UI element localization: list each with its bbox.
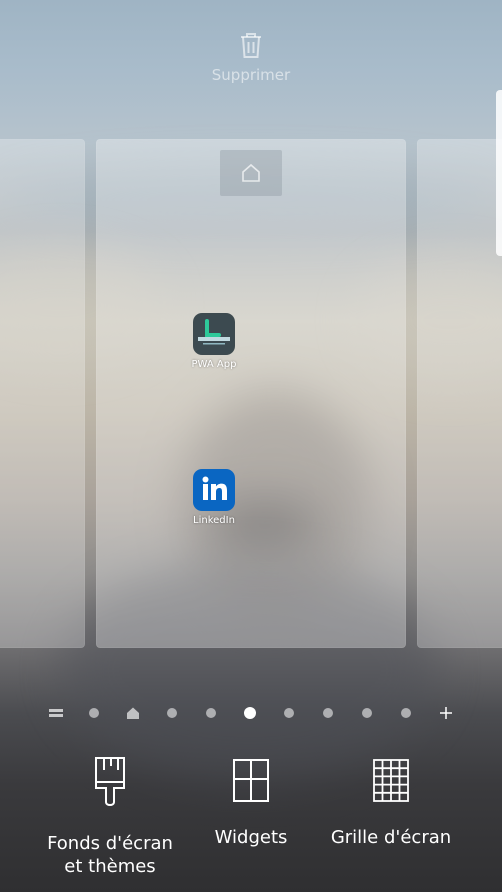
wallpapers-themes-button[interactable]: Fonds d'écran et thèmes xyxy=(30,756,190,878)
wallpapers-themes-label: Fonds d'écran et thèmes xyxy=(47,833,173,877)
page-dot[interactable] xyxy=(278,702,300,724)
home-page-preview-current[interactable]: PWA App LinkedIn xyxy=(96,139,406,648)
paintbrush-icon xyxy=(95,757,125,806)
set-default-home-button[interactable] xyxy=(220,150,282,196)
home-screen-edit-mode: Supprimer PWA App LinkedIn Fonds d'écran… xyxy=(0,0,502,892)
app-label: PWA App xyxy=(191,359,237,370)
widgets-label: Widgets xyxy=(214,827,288,848)
home-icon[interactable] xyxy=(122,702,144,724)
page-dot[interactable] xyxy=(317,702,339,724)
delete-label: Supprimer xyxy=(211,66,291,84)
app-shortcut-linkedin[interactable]: LinkedIn xyxy=(174,469,254,526)
linkedin-icon xyxy=(193,469,235,511)
page-dot-active[interactable] xyxy=(239,702,261,724)
page-indicator xyxy=(0,702,502,724)
page-dot[interactable] xyxy=(395,702,417,724)
edit-mode-menu: Fonds d'écran et thèmes Widgets Grille d… xyxy=(0,756,502,892)
trash-icon xyxy=(241,33,261,58)
home-icon xyxy=(242,163,260,182)
widgets-icon xyxy=(233,759,269,802)
page-dot[interactable] xyxy=(356,702,378,724)
screen-grid-button[interactable]: Grille d'écran xyxy=(311,756,471,849)
home-page-preview-previous[interactable] xyxy=(0,139,85,648)
page-dot[interactable] xyxy=(161,702,183,724)
delete-drop-zone[interactable]: Supprimer xyxy=(0,30,502,84)
pwa-app-icon xyxy=(193,313,235,355)
screen-grid-label: Grille d'écran xyxy=(330,827,452,848)
plus-icon[interactable] xyxy=(435,702,457,724)
menu-lines-icon[interactable] xyxy=(45,702,67,724)
grid-icon xyxy=(373,759,409,802)
app-label: LinkedIn xyxy=(193,515,235,526)
app-shortcut-pwa[interactable]: PWA App xyxy=(174,313,254,370)
home-page-preview-next[interactable] xyxy=(417,139,502,648)
widgets-button[interactable]: Widgets xyxy=(186,756,316,849)
page-dot[interactable] xyxy=(200,702,222,724)
page-dot[interactable] xyxy=(83,702,105,724)
